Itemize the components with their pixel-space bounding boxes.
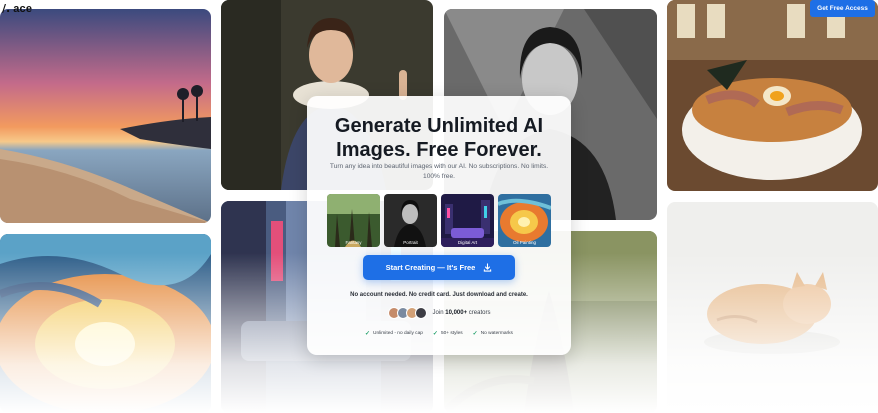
social-proof-text: Join 10,000+ creators — [433, 310, 491, 316]
gallery-ramen — [667, 0, 878, 191]
sleeping-cat-image — [667, 202, 878, 413]
gallery-abstract-painting — [0, 234, 211, 413]
gallery-sleeping-cat — [667, 202, 878, 413]
hero-headline: Generate Unlimited AI Images. Free Forev… — [307, 114, 571, 162]
start-creating-button[interactable]: Start Creating — It's Free — [363, 255, 515, 280]
feature-list: ✓ Unlimited - no daily cap ✓ 50+ styles … — [307, 330, 571, 337]
start-creating-label: Start Creating — It's Free — [385, 263, 476, 272]
hero-card: Generate Unlimited AI Images. Free Forev… — [307, 96, 571, 355]
style-thumb-digital-art[interactable]: Digital Art — [441, 194, 494, 247]
style-label: Oil Painting — [512, 240, 536, 245]
feature-item: ✓ 50+ styles — [433, 330, 463, 337]
feature-label: 50+ styles — [440, 331, 463, 336]
logo-text: ace — [13, 2, 33, 15]
logo-mark: /. — [2, 2, 11, 15]
hero-note: No account needed. No credit card. Just … — [350, 292, 528, 298]
check-icon: ✓ — [432, 331, 438, 337]
style-label: Fantasy — [345, 240, 362, 245]
style-thumb-portrait[interactable]: Portrait — [384, 194, 437, 247]
avatar — [414, 307, 427, 319]
ramen-bowl-image — [667, 0, 878, 191]
logo[interactable]: /. ace — [2, 2, 32, 15]
social-proof-count: 10,000+ — [445, 310, 468, 316]
headline-line-2: Images. Free Forever. — [336, 139, 542, 161]
abstract-painting-image — [0, 234, 211, 413]
social-proof: Join 10,000+ creators — [307, 307, 571, 319]
feature-label: No watermarks — [480, 331, 513, 336]
hero-subtext: Turn any idea into beautiful images with… — [329, 163, 549, 180]
check-icon: ✓ — [365, 331, 371, 337]
get-free-access-button[interactable]: Get Free Access — [810, 0, 875, 17]
social-proof-suffix: creators — [468, 310, 491, 316]
gallery-sunset-beach — [0, 9, 211, 223]
feature-item: ✓ Unlimited - no daily cap — [365, 330, 423, 337]
download-icon — [484, 263, 492, 272]
sunset-beach-image — [0, 9, 211, 223]
style-thumb-fantasy[interactable]: Fantasy — [327, 194, 380, 247]
style-label: Digital Art — [457, 240, 478, 245]
social-proof-prefix: Join — [432, 310, 444, 316]
style-thumbnails: Fantasy Portrait Digital Art Oil Paintin… — [327, 194, 551, 247]
avatar-stack — [387, 307, 427, 319]
feature-item: ✓ No watermarks — [473, 330, 513, 337]
check-icon: ✓ — [472, 331, 478, 337]
feature-label: Unlimited - no daily cap — [373, 331, 423, 336]
headline-line-1: Generate Unlimited AI — [334, 115, 544, 137]
style-thumb-oil-painting[interactable]: Oil Painting — [498, 194, 551, 247]
style-label: Portrait — [403, 240, 418, 245]
